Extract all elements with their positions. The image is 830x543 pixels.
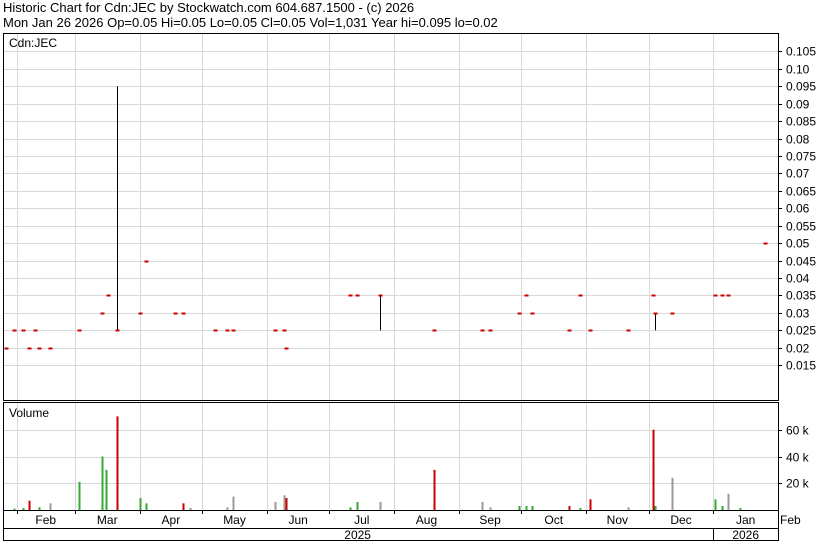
price-tick-label: 0.085 xyxy=(786,115,816,129)
month-label: Dec xyxy=(670,513,691,527)
month-label: Nov xyxy=(607,513,628,527)
month-label: Oct xyxy=(544,513,563,527)
price-axis: 0.015 0.02 0.025 0.03 0.035 0.04 0.045 0.05 0.05… xyxy=(778,45,816,373)
price-tick-label: 0.055 xyxy=(786,220,816,234)
price-tick-label: 0.105 xyxy=(786,45,816,59)
price-tick-label: 0.035 xyxy=(786,289,816,303)
month-label: Jun xyxy=(288,513,307,527)
month-label: Jul xyxy=(354,513,369,527)
price-tick-label: 0.065 xyxy=(786,185,816,199)
price-bars xyxy=(4,86,768,350)
price-tick-label: 0.09 xyxy=(786,98,810,112)
price-tick-label: 0.015 xyxy=(786,359,816,373)
month-label: Feb xyxy=(780,513,801,527)
month-label: Sep xyxy=(479,513,501,527)
volume-grid xyxy=(4,403,778,510)
year-axis: 2025 2026 xyxy=(344,528,759,542)
price-grid xyxy=(4,34,778,400)
date-axis-frame xyxy=(3,510,779,541)
price-tick-label: 0.06 xyxy=(786,202,810,216)
volume-axis: 20 k 40 k 60 k xyxy=(778,424,810,491)
price-panel-frame xyxy=(3,33,779,401)
price-tick-label: 0.02 xyxy=(786,342,810,356)
volume-tick-label: 40 k xyxy=(786,451,810,465)
month-label: Aug xyxy=(416,513,437,527)
year-label: 2025 xyxy=(344,528,371,542)
price-tick-label: 0.05 xyxy=(786,237,810,251)
price-tick-label: 0.08 xyxy=(786,133,810,147)
month-label: Apr xyxy=(162,513,181,527)
price-tick-label: 0.045 xyxy=(786,255,816,269)
price-tick-label: 0.075 xyxy=(786,150,816,164)
price-tick-label: 0.04 xyxy=(786,272,810,286)
price-tick-label: 0.10 xyxy=(786,63,810,77)
price-panel-label: Cdn:JEC xyxy=(9,36,57,50)
year-label: 2026 xyxy=(732,528,759,542)
month-label: May xyxy=(223,513,246,527)
month-label: Feb xyxy=(35,513,56,527)
month-axis: Feb Mar Apr May Jun Jul Aug Sep Oct Nov Dec Jan Feb xyxy=(17,510,801,527)
price-tick-label: 0.095 xyxy=(786,80,816,94)
price-tick-label: 0.03 xyxy=(786,307,810,321)
month-label: Mar xyxy=(97,513,118,527)
price-tick-label: 0.07 xyxy=(786,167,810,181)
volume-panel-frame xyxy=(3,402,779,511)
volume-tick-label: 20 k xyxy=(786,477,810,491)
price-tick-label: 0.025 xyxy=(786,324,816,338)
volume-panel-label: Volume xyxy=(9,406,49,420)
volume-tick-label: 60 k xyxy=(786,424,810,438)
stock-chart: Cdn:JEC Volume 0.0150.020.0250.030.0350.… xyxy=(3,33,816,542)
month-label: Jan xyxy=(736,513,755,527)
